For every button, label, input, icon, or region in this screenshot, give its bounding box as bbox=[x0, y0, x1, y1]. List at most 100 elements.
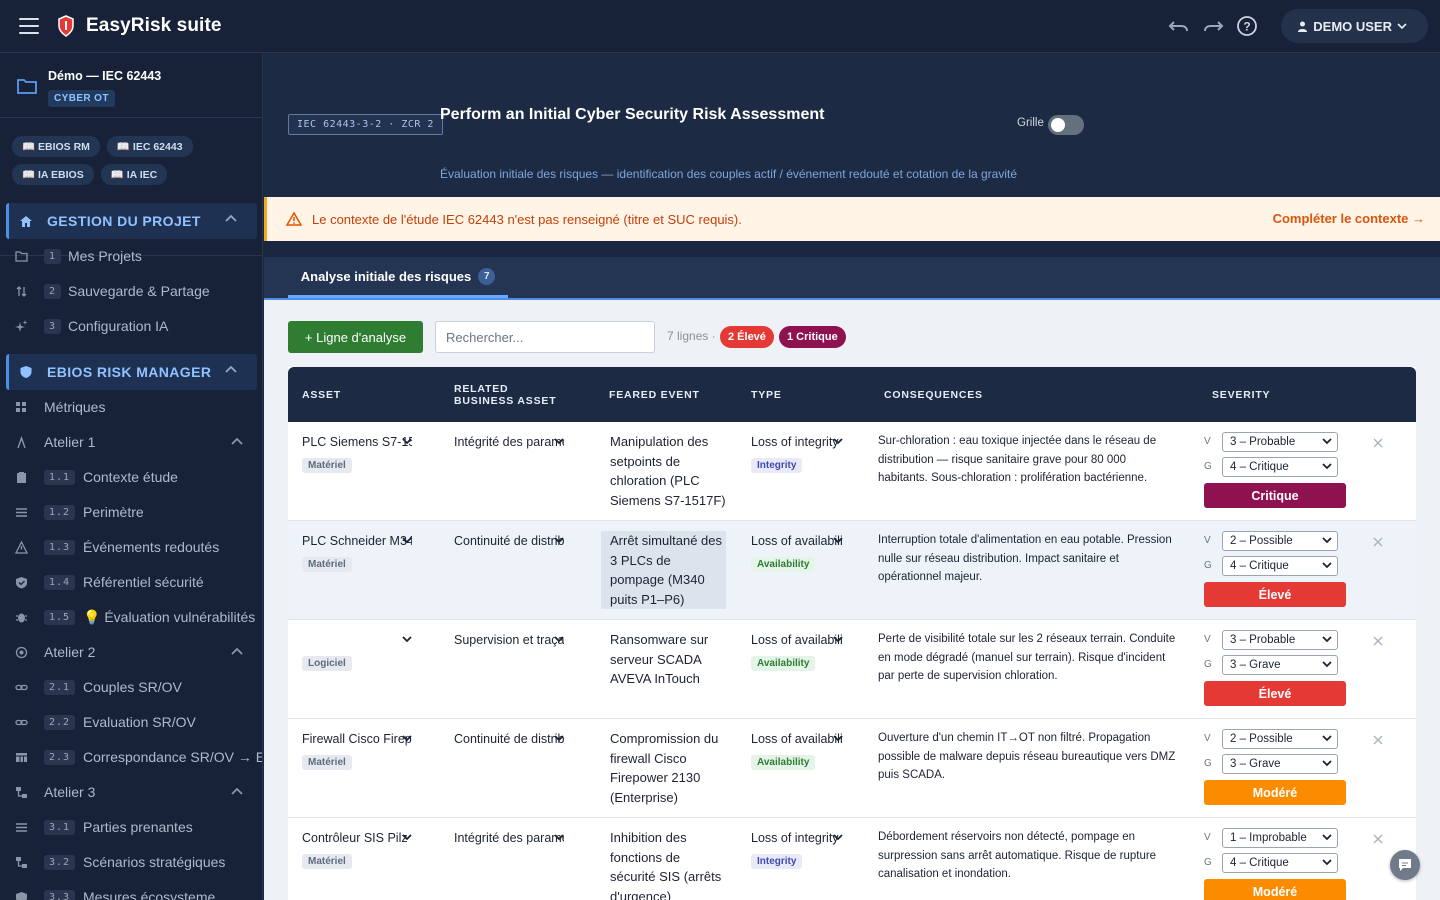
gravity-select[interactable]: 4 – Critique bbox=[1222, 457, 1338, 477]
sidebar-item-correspondance-sr-ov[interactable]: 2.3 Correspondance SR/OV → EF bbox=[0, 740, 262, 775]
severity-badge: Modéré bbox=[1204, 879, 1346, 900]
likelihood-select[interactable]: 2 – Possible bbox=[1222, 729, 1338, 749]
asset-select[interactable]: PLC Siemens S7-1517F bbox=[294, 432, 412, 452]
user-menu-button[interactable]: DEMO USER bbox=[1281, 9, 1428, 43]
sidebar-item-perimetre[interactable]: 1.2 Perimètre bbox=[0, 495, 262, 530]
sidebar-item-evenements-redoutes[interactable]: 1.3 Événements redoutés bbox=[0, 530, 262, 565]
gravity-select[interactable]: 4 – Critique bbox=[1222, 556, 1338, 576]
chevron-down-icon bbox=[554, 735, 564, 742]
asset-select[interactable] bbox=[294, 630, 412, 650]
redo-icon[interactable] bbox=[1201, 14, 1225, 38]
delete-row-icon[interactable] bbox=[1372, 536, 1384, 548]
likelihood-select[interactable]: 1 – Improbable bbox=[1222, 828, 1338, 848]
likelihood-value: 3 – Probable bbox=[1230, 634, 1296, 646]
sidebar-item-parties-prenantes[interactable]: 3.1 Parties prenantes bbox=[0, 810, 262, 845]
chip-ia-ebios[interactable]: 📖 IA EBIOS bbox=[12, 164, 94, 185]
delete-row-icon[interactable] bbox=[1372, 833, 1384, 845]
likelihood-select[interactable]: 2 – Possible bbox=[1222, 531, 1338, 551]
chat-button[interactable] bbox=[1390, 850, 1420, 880]
business-asset-cell: Continuité de distribution bbox=[440, 521, 595, 620]
grid-toggle[interactable] bbox=[1048, 115, 1084, 135]
feared-event-text[interactable]: Compromission du firewall Cisco Firepowe… bbox=[601, 729, 726, 807]
loss-type-select[interactable]: Loss of availability bbox=[743, 531, 843, 551]
business-asset-select[interactable]: Continuité de distribution bbox=[446, 729, 564, 749]
business-asset-select[interactable]: Supervision et traçabilité bbox=[446, 630, 564, 650]
sidebar-item-atelier-2[interactable]: Atelier 2 bbox=[0, 635, 262, 670]
sidebar-item-metriques[interactable]: Métriques bbox=[0, 390, 262, 425]
sidebar-item-mes-projets[interactable]: 1 Mes Projets bbox=[0, 239, 262, 274]
gravity-select[interactable]: 4 – Critique bbox=[1222, 853, 1338, 873]
gravity-select[interactable]: 3 – Grave bbox=[1222, 754, 1338, 774]
severity-badge: Modéré bbox=[1204, 780, 1346, 805]
sidebar-item-couples-sr-ov[interactable]: 2.1 Couples SR/OV bbox=[0, 670, 262, 705]
sidebar-item-atelier-1[interactable]: Atelier 1 bbox=[0, 425, 262, 460]
asset-select[interactable]: Firewall Cisco Firepower bbox=[294, 729, 412, 749]
asset-value: Contrôleur SIS Pilz PSS bbox=[302, 831, 412, 845]
col-type[interactable]: TYPE bbox=[737, 367, 870, 422]
type-cell: Loss of availability Availability bbox=[737, 719, 870, 818]
likelihood-label: V bbox=[1204, 832, 1211, 843]
delete-row-icon[interactable] bbox=[1372, 635, 1384, 647]
sidebar-item-configuration-ia[interactable]: 3 Configuration IA bbox=[0, 309, 262, 344]
item-number: 1.1 bbox=[44, 470, 76, 485]
business-asset-value: Continuité de distribution bbox=[454, 732, 564, 746]
sidebar: Démo — IEC 62443 CYBER OT 📖 EBIOS RM 📖 IE… bbox=[0, 53, 263, 900]
section-gestion-projet[interactable]: GESTION DU PROJET bbox=[6, 203, 257, 239]
loss-type-select[interactable]: Loss of availability bbox=[743, 630, 843, 650]
sidebar-item-scenarios-strategiques[interactable]: 3.2 Scénarios stratégiques bbox=[0, 845, 262, 880]
sidebar-item-contexte-etude[interactable]: 1.1 Contexte étude bbox=[0, 460, 262, 495]
consequences-text[interactable]: Sur-chloration : eau toxique injectée da… bbox=[876, 432, 1176, 488]
tab-analyse-initiale[interactable]: Analyse initiale des risques 7 bbox=[288, 257, 508, 298]
chip-iec-62443[interactable]: 📖 IEC 62443 bbox=[106, 136, 193, 157]
sidebar-item-referentiel-securite[interactable]: 1.4 Référentiel sécurité bbox=[0, 565, 262, 600]
help-icon[interactable]: ? bbox=[1235, 14, 1259, 38]
feared-event-text[interactable]: Inhibition des fonctions de sécurité SIS… bbox=[601, 828, 726, 900]
likelihood-select[interactable]: 3 – Probable bbox=[1222, 630, 1338, 650]
col-consequences[interactable]: CONSEQUENCES bbox=[870, 367, 1198, 422]
search-input[interactable] bbox=[435, 321, 655, 353]
sidebar-item-evaluation-sr-ov[interactable]: 2.2 Evaluation SR/OV bbox=[0, 705, 262, 740]
sidebar-item-sauvegarde[interactable]: 2 Sauvegarde & Partage bbox=[0, 274, 262, 309]
sidebar-item-evaluation-vulnerabilites[interactable]: 1.5 💡 Évaluation vulnérabilités bbox=[0, 600, 262, 635]
business-asset-select[interactable]: Intégrité des paramètres bbox=[446, 828, 564, 848]
col-severity[interactable]: SEVERITY bbox=[1198, 367, 1416, 422]
consequences-text[interactable]: Perte de visibilité totale sur les 2 rés… bbox=[876, 630, 1176, 686]
chip-ebios-rm[interactable]: 📖 EBIOS RM bbox=[12, 136, 100, 157]
col-feared-event[interactable]: FEARED EVENT bbox=[595, 367, 737, 422]
business-asset-select[interactable]: Continuité de distribution bbox=[446, 531, 564, 551]
loss-type-select[interactable]: Loss of integrity bbox=[743, 432, 843, 452]
likelihood-select[interactable]: 3 – Probable bbox=[1222, 432, 1338, 452]
project-selector[interactable]: Démo — IEC 62443 CYBER OT bbox=[0, 53, 262, 118]
security-property-tag: Availability bbox=[751, 755, 816, 770]
feared-event-text[interactable]: Manipulation des setpoints de chloration… bbox=[601, 432, 726, 510]
asset-select[interactable]: Contrôleur SIS Pilz PSS bbox=[294, 828, 412, 848]
sidebar-item-mesures-ecosysteme[interactable]: 3.3 Mesures écosysteme bbox=[0, 880, 262, 900]
section-ebios-rm[interactable]: EBIOS RISK MANAGER bbox=[6, 354, 257, 390]
business-asset-select[interactable]: Intégrité des paramètres bbox=[446, 432, 564, 452]
sidebar-nav: GESTION DU PROJET 1 Mes Projets 2 Sauveg… bbox=[0, 203, 262, 900]
asset-select[interactable]: PLC Schneider M340 bbox=[294, 531, 412, 551]
consequences-text[interactable]: Interruption totale d'alimentation en ea… bbox=[876, 531, 1176, 587]
high-count-badge: 2 Élevé bbox=[720, 326, 774, 348]
chip-ia-iec[interactable]: 📖 IA IEC bbox=[100, 164, 168, 185]
delete-row-icon[interactable] bbox=[1372, 734, 1384, 746]
complete-context-link[interactable]: Compléter le contexte → bbox=[1273, 211, 1425, 226]
gravity-select[interactable]: 3 – Grave bbox=[1222, 655, 1338, 675]
col-related-business-asset[interactable]: RELATED BUSINESS ASSET bbox=[440, 367, 595, 422]
feared-event-cell: Ransomware sur serveur SCADA AVEVA InTou… bbox=[595, 620, 737, 719]
undo-icon[interactable] bbox=[1167, 14, 1191, 38]
loss-type-select[interactable]: Loss of integrity bbox=[743, 828, 843, 848]
feared-event-text[interactable]: Ransomware sur serveur SCADA AVEVA InTou… bbox=[601, 630, 726, 689]
sidebar-item-atelier-3[interactable]: Atelier 3 bbox=[0, 775, 262, 810]
menu-icon[interactable] bbox=[19, 18, 39, 34]
add-analysis-line-button[interactable]: + Ligne d'analyse bbox=[288, 321, 423, 353]
delete-row-icon[interactable] bbox=[1372, 437, 1384, 449]
feared-event-cell: Manipulation des setpoints de chloration… bbox=[595, 422, 737, 521]
consequences-text[interactable]: Ouverture d'un chemin IT→OT non filtré. … bbox=[876, 729, 1176, 785]
col-asset[interactable]: ASSET bbox=[288, 367, 440, 422]
hierarchy-icon bbox=[16, 787, 27, 798]
loss-type-select[interactable]: Loss of availability bbox=[743, 729, 843, 749]
business-asset-value: Intégrité des paramètres bbox=[454, 435, 564, 449]
feared-event-text[interactable]: Arrêt simultané des 3 PLCs de pompage (M… bbox=[601, 531, 726, 609]
consequences-text[interactable]: Débordement réservoirs non détecté, pomp… bbox=[876, 828, 1176, 884]
